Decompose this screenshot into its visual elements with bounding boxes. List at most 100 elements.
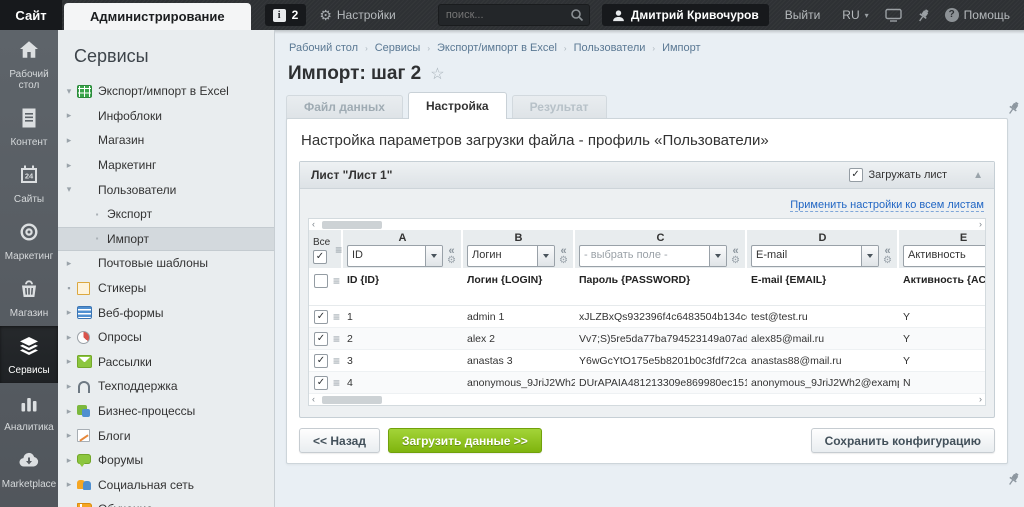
- sidebar-item-business-processes[interactable]: ▸ Бизнес-процессы: [58, 399, 274, 424]
- twisty-collapsed-icon[interactable]: ▸: [63, 430, 75, 441]
- load-sheet-checkbox[interactable]: ✓: [849, 168, 863, 182]
- column-e-field-select[interactable]: Активность: [903, 245, 986, 267]
- select-all-rows-checkbox[interactable]: [314, 274, 328, 288]
- dropdown-arrow-icon[interactable]: [861, 246, 878, 266]
- sidebar-item-newsletters[interactable]: ▸ Рассылки: [58, 350, 274, 375]
- row-checkbox[interactable]: ✓: [314, 332, 328, 346]
- scroll-right-icon[interactable]: ›: [979, 394, 982, 405]
- save-config-button[interactable]: Сохранить конфигурацию: [811, 428, 995, 453]
- twisty-collapsed-icon[interactable]: ▸: [63, 110, 75, 121]
- twisty-collapsed-icon[interactable]: ▸: [63, 479, 75, 490]
- language-selector[interactable]: RU ▾: [842, 8, 868, 22]
- select-all-checkbox[interactable]: ✓: [313, 250, 327, 264]
- row-checkbox[interactable]: ✓: [314, 376, 328, 390]
- dropdown-arrow-icon[interactable]: [709, 246, 726, 266]
- horizontal-scrollbar-top[interactable]: ‹ ›: [309, 219, 985, 230]
- load-data-button[interactable]: Загрузить данные >>: [388, 428, 542, 453]
- column-b-field-select[interactable]: Логин: [467, 245, 555, 267]
- pin-topbar-button[interactable]: [916, 8, 931, 23]
- sidebar-item-forums[interactable]: ▸ Форумы: [58, 448, 274, 473]
- sidebar-item-users[interactable]: ▾ Пользователи: [58, 177, 274, 202]
- column-a-field-select[interactable]: ID: [347, 245, 443, 267]
- row-menu-icon[interactable]: ≡: [333, 376, 340, 390]
- sidebar-item-mail-templates[interactable]: ▸ Почтовые шаблоны: [58, 251, 274, 276]
- breadcrumb-link[interactable]: Импорт: [662, 42, 700, 54]
- twisty-collapsed-icon[interactable]: ▸: [63, 455, 75, 466]
- sidebar-item-import[interactable]: ▪ Импорт: [58, 227, 274, 252]
- sidebar-item-infoblocks[interactable]: ▸ Инфоблоки: [58, 104, 274, 129]
- twisty-collapsed-icon[interactable]: ▸: [63, 135, 75, 146]
- settings-button[interactable]: ⚙ Настройки: [319, 8, 395, 22]
- tab-data-file[interactable]: Файл данных: [286, 95, 403, 119]
- scroll-left-icon[interactable]: ‹: [312, 394, 315, 405]
- column-settings-icon[interactable]: ⚙: [883, 256, 892, 266]
- rail-item-analytics[interactable]: Аналитика: [0, 383, 58, 440]
- help-link[interactable]: ? Помощь: [945, 8, 1010, 22]
- row-checkbox[interactable]: ✓: [314, 354, 328, 368]
- back-button[interactable]: << Назад: [299, 428, 380, 453]
- twisty-collapsed-icon[interactable]: ▸: [63, 356, 75, 367]
- collapse-panel-icon[interactable]: ▲: [973, 170, 983, 181]
- rail-item-services[interactable]: Сервисы: [0, 326, 58, 383]
- sidebar-item-stickers[interactable]: ▪ Стикеры: [58, 276, 274, 301]
- twisty-collapsed-icon[interactable]: ▸: [63, 381, 75, 392]
- search-icon[interactable]: [570, 8, 584, 22]
- horizontal-scrollbar-bottom[interactable]: ‹ ›: [309, 393, 985, 405]
- notifications-button[interactable]: i 2: [265, 4, 307, 26]
- twisty-collapsed-icon[interactable]: ▸: [63, 258, 75, 269]
- sidebar-item-polls[interactable]: ▸ Опросы: [58, 325, 274, 350]
- column-c-field-select[interactable]: - выбрать поле -: [579, 245, 727, 267]
- column-settings-icon[interactable]: ⚙: [731, 256, 740, 266]
- row-checkbox[interactable]: ✓: [314, 310, 328, 324]
- rail-item-marketplace[interactable]: Marketplace: [0, 440, 58, 497]
- breadcrumb-link[interactable]: Сервисы: [375, 42, 421, 54]
- favorite-star-icon[interactable]: ☆: [430, 64, 444, 84]
- rail-item-marketing[interactable]: Маркетинг: [0, 212, 58, 269]
- sidebar-item-export[interactable]: ▪ Экспорт: [58, 202, 274, 227]
- dropdown-arrow-icon[interactable]: [425, 246, 442, 266]
- rail-item-sites[interactable]: 24 Сайты: [0, 155, 58, 212]
- scroll-left-icon[interactable]: ‹: [312, 219, 315, 230]
- breadcrumb-link[interactable]: Рабочий стол: [289, 42, 358, 54]
- sidebar-item-marketing[interactable]: ▸ Маркетинг: [58, 153, 274, 178]
- sidebar-item-web-forms[interactable]: ▸ Веб-формы: [58, 300, 274, 325]
- search-input[interactable]: [444, 8, 570, 22]
- column-settings-icon[interactable]: ⚙: [559, 256, 568, 266]
- row-menu-icon[interactable]: ≡: [333, 354, 340, 368]
- sidebar-item-shop[interactable]: ▸ Магазин: [58, 128, 274, 153]
- pin-icon[interactable]: [1006, 471, 1021, 492]
- user-menu-button[interactable]: Дмитрий Кривочуров: [602, 4, 769, 26]
- sidebar-item-learning[interactable]: ▸ Обучение: [58, 497, 274, 507]
- twisty-expanded-icon[interactable]: ▾: [63, 86, 75, 97]
- rail-item-content[interactable]: Контент: [0, 98, 58, 155]
- twisty-collapsed-icon[interactable]: ▸: [63, 307, 75, 318]
- hotkeys-button[interactable]: [885, 8, 902, 22]
- pin-icon[interactable]: [1006, 100, 1021, 121]
- apply-all-sheets-link[interactable]: Применить настройки ко всем листам: [790, 199, 984, 212]
- menu-handle-icon[interactable]: ≡: [335, 243, 342, 257]
- row-menu-icon[interactable]: ≡: [333, 310, 340, 324]
- scroll-right-icon[interactable]: ›: [979, 219, 982, 230]
- rail-item-shop[interactable]: Магазин: [0, 269, 58, 326]
- row-menu-icon[interactable]: ≡: [333, 332, 340, 346]
- tab-settings[interactable]: Настройка: [408, 92, 507, 119]
- twisty-expanded-icon[interactable]: ▾: [63, 184, 75, 195]
- site-view-tab[interactable]: Сайт: [0, 0, 62, 30]
- column-d-field-select[interactable]: E-mail: [751, 245, 879, 267]
- sidebar-item-social-network[interactable]: ▸ Социальная сеть: [58, 473, 274, 498]
- scrollbar-thumb[interactable]: [322, 221, 382, 229]
- sidebar-item-support[interactable]: ▸ Техподдержка: [58, 374, 274, 399]
- sidebar-item-blogs[interactable]: ▸ Блоги: [58, 423, 274, 448]
- logout-link[interactable]: Выйти: [785, 8, 821, 22]
- menu-handle-icon[interactable]: ≡: [333, 274, 340, 288]
- rail-item-desktop[interactable]: Рабочий стол: [0, 30, 58, 98]
- breadcrumb-link[interactable]: Экспорт/импорт в Excel: [437, 42, 557, 54]
- twisty-collapsed-icon[interactable]: ▸: [63, 406, 75, 417]
- scrollbar-thumb[interactable]: [322, 396, 382, 404]
- tab-result[interactable]: Результат: [512, 95, 607, 119]
- twisty-collapsed-icon[interactable]: ▸: [63, 160, 75, 171]
- dropdown-arrow-icon[interactable]: [537, 246, 554, 266]
- sidebar-item-excel-export-import[interactable]: ▾ Экспорт/импорт в Excel: [58, 79, 274, 104]
- admin-view-tab[interactable]: Администрирование: [64, 3, 251, 30]
- breadcrumb-link[interactable]: Пользователи: [574, 42, 646, 54]
